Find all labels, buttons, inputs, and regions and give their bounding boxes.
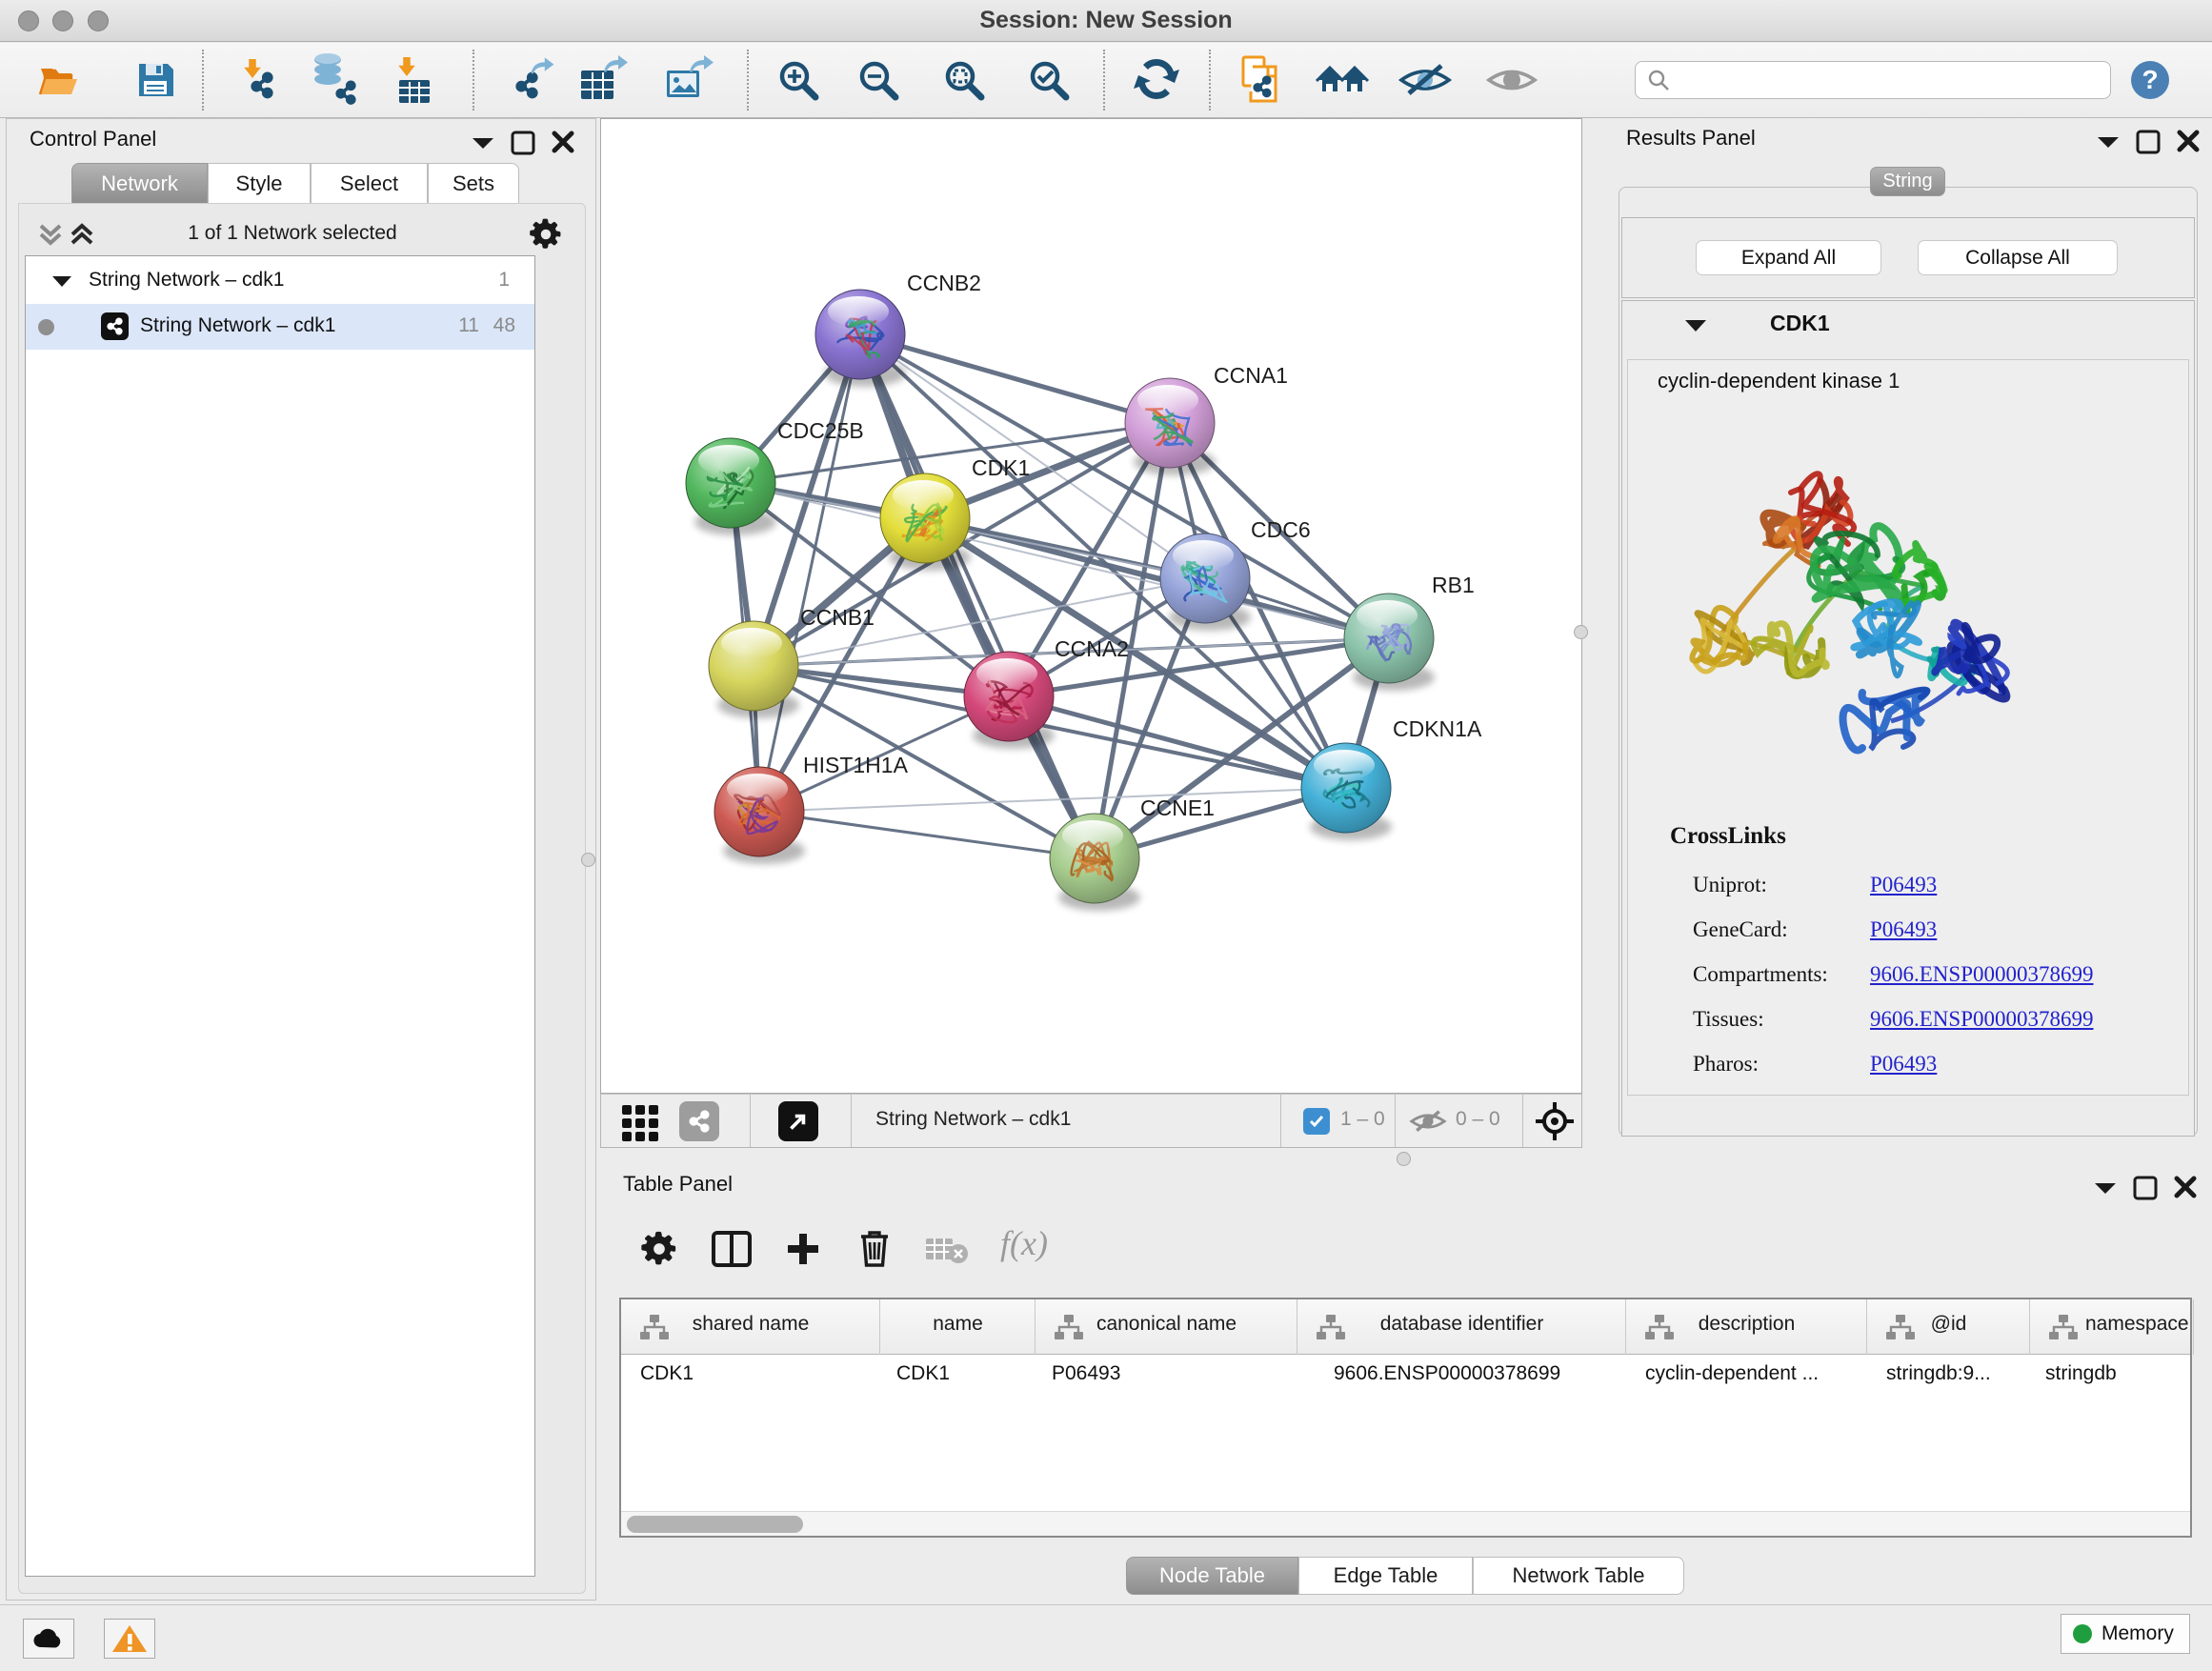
svg-text:CCNA2: CCNA2	[1055, 636, 1129, 661]
svg-text:CCNB2: CCNB2	[907, 271, 981, 295]
svg-text:CDK1: CDK1	[972, 455, 1030, 480]
svg-text:CDC6: CDC6	[1251, 517, 1311, 542]
svg-text:CDC25B: CDC25B	[777, 418, 864, 443]
svg-text:CCNB1: CCNB1	[800, 605, 875, 630]
svg-text:HIST1H1A: HIST1H1A	[803, 753, 909, 777]
svg-text:CDKN1A: CDKN1A	[1393, 716, 1482, 741]
svg-text:CCNA1: CCNA1	[1214, 363, 1288, 388]
svg-text:RB1: RB1	[1432, 573, 1475, 597]
svg-text:CCNE1: CCNE1	[1140, 795, 1215, 820]
